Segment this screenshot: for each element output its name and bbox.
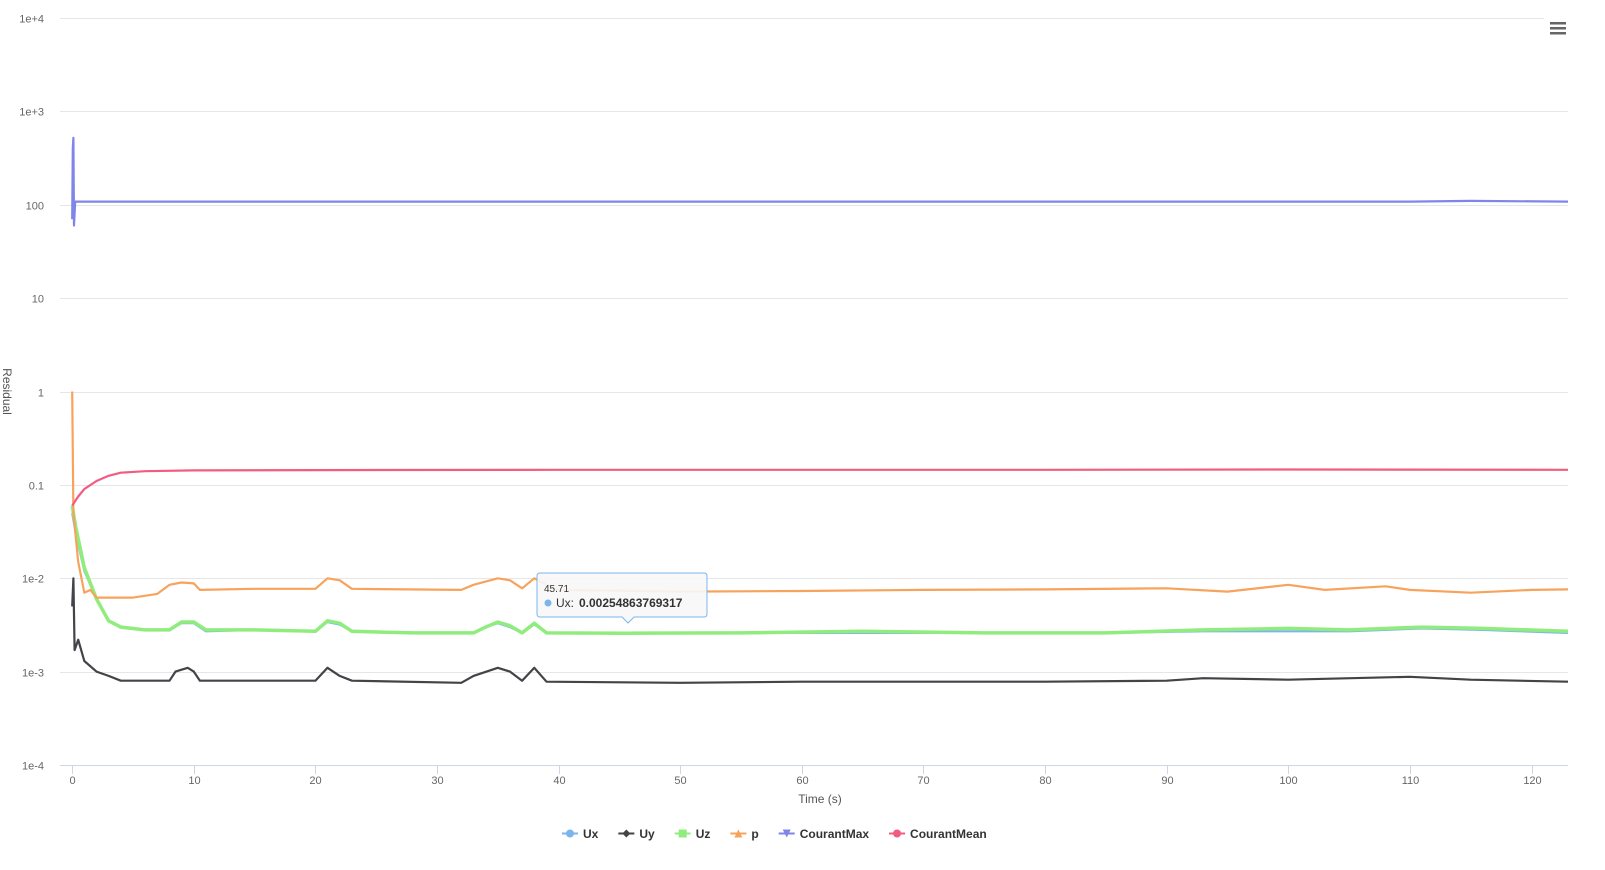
menu-bar-top [1550,22,1566,25]
legend-marker [678,829,687,838]
x-tick-label: 70 [917,775,929,787]
y-tick-label: 1 [38,388,44,400]
x-tick-label: 60 [796,775,808,787]
y-tick-label: 1e-3 [22,668,44,680]
y-tick-label: 0.1 [29,481,44,493]
x-axis-title: Time (s) [798,792,842,806]
y-tick-label: 10 [32,294,44,306]
legend-marker [893,829,902,838]
y-tick-label: 1e-2 [22,574,44,586]
chart-background [0,0,1605,870]
tooltip-x-value: 45.71 [544,584,569,595]
legend-label: CourantMean [910,827,987,841]
x-tick-label: 80 [1039,775,1051,787]
tooltip-series-dot [544,599,552,607]
legend-label: CourantMax [800,827,870,841]
x-tick-label: 20 [309,775,321,787]
y-tick-label: 1e-4 [22,761,44,773]
legend-label: Uz [696,827,711,841]
x-tick-label: 100 [1279,775,1297,787]
residual-chart: 1e-41e-31e-20.11101001e+31e+40 10 20 30 40 50… [0,0,1605,870]
y-tick-label: 100 [26,201,44,213]
x-tick-label: 110 [1402,775,1420,787]
x-tick-label: 50 [674,775,686,787]
hamburger-menu-icon[interactable] [1544,15,1570,41]
menu-bar-bottom [1550,32,1566,35]
legend-marker [566,829,574,838]
legend-label: Uy [639,827,655,841]
y-axis-title: Residual [0,368,14,415]
y-tick-label: 1e+4 [19,14,44,26]
tooltip-value: 0.00254863769317 [579,596,683,610]
x-tick-label: 40 [553,775,565,787]
legend-label: p [751,827,758,841]
tooltip: 45.71 Ux: 0.00254863769317 [536,572,708,624]
x-tick-label: 120 [1523,775,1541,787]
tooltip-series-name: Ux: [556,596,574,610]
x-tick-label: 0 [69,775,75,787]
x-tick-label: 30 [431,775,443,787]
menu-bar-middle [1550,27,1566,30]
legend-label: Ux [583,827,599,841]
y-tick-label: 1e+3 [19,107,44,119]
x-tick-label: 90 [1161,775,1173,787]
x-tick-label: 10 [188,775,200,787]
